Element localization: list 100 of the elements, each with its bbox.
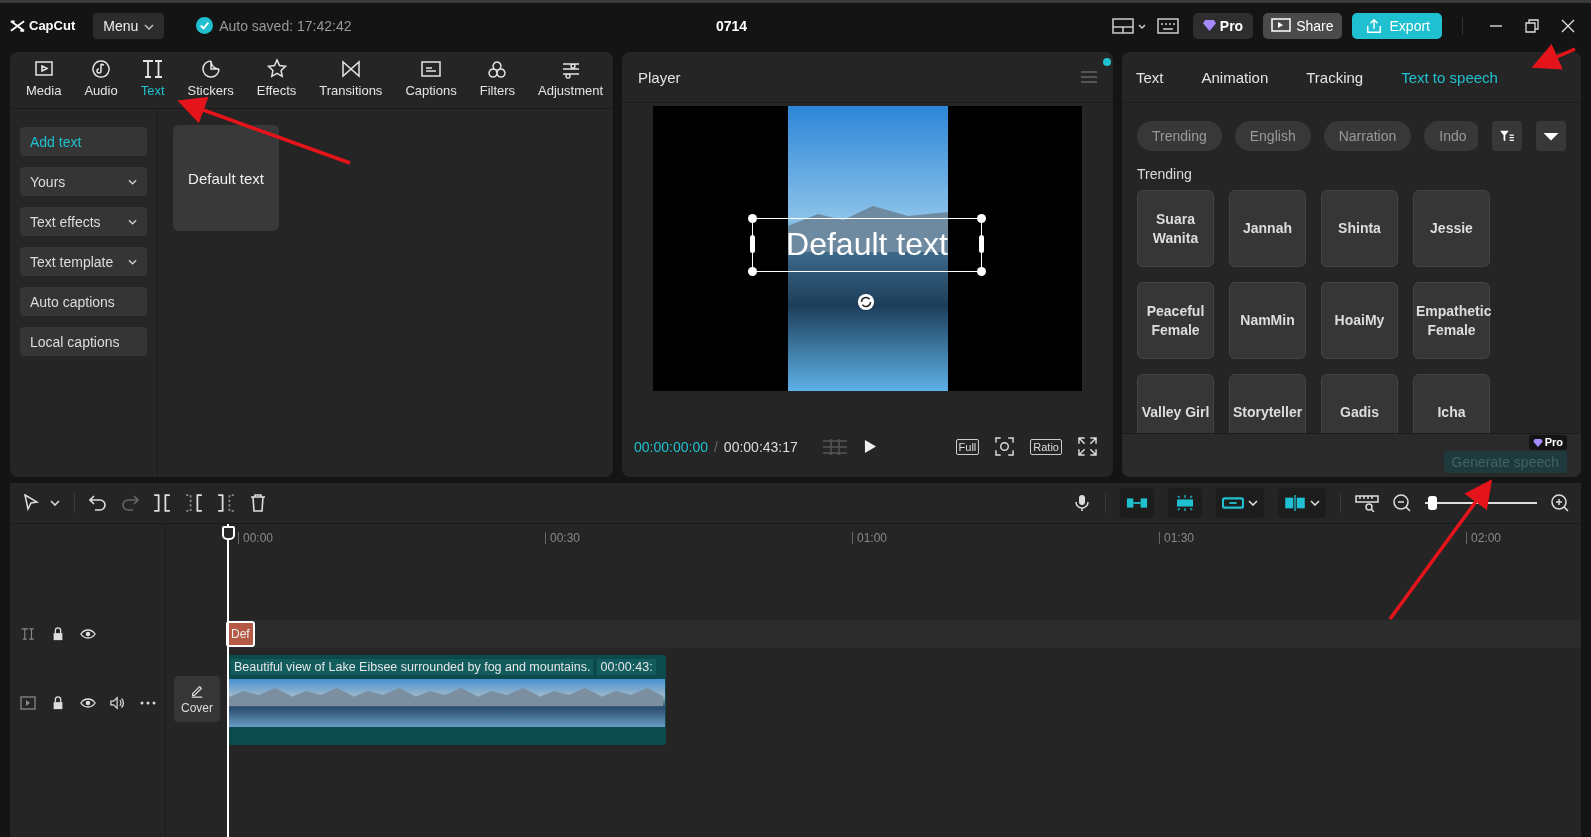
caret-icon [144, 23, 155, 30]
share-button[interactable]: Share [1263, 12, 1342, 39]
autosave-status: Auto saved: 17:42:42 [219, 17, 352, 34]
full-button[interactable]: Full [955, 438, 980, 455]
current-time: 00:00:00:00 [634, 438, 708, 455]
chain-icon [1222, 495, 1244, 511]
toolbar-tab[interactable]: Effects [252, 58, 301, 108]
caret-icon[interactable] [50, 500, 60, 506]
filter-chip[interactable]: Indo [1424, 121, 1479, 151]
clip-duration: 00:00:43: [597, 659, 656, 675]
play-icon[interactable] [863, 439, 877, 454]
time-tick: 01:30 [1159, 532, 1195, 544]
preview-axis-button[interactable] [1278, 488, 1326, 518]
inspector-tab[interactable]: Tracking [1296, 68, 1374, 86]
inspector-tab[interactable]: Text [1126, 68, 1174, 86]
fullscreen-icon[interactable] [1078, 437, 1097, 456]
voice-card[interactable]: Gadis [1321, 374, 1398, 433]
keyboard-icon[interactable] [1156, 16, 1179, 35]
filter-chip[interactable]: English [1234, 121, 1311, 151]
cursor-icon[interactable] [22, 494, 40, 512]
menu-button[interactable]: Menu [93, 12, 165, 39]
voice-card[interactable]: Suara Wanita [1137, 190, 1214, 267]
menu-item[interactable]: Local captions [20, 327, 147, 356]
chain-button[interactable] [1216, 488, 1264, 518]
stickers-icon [199, 58, 222, 80]
filter-chip[interactable]: Narration [1323, 121, 1412, 151]
preset-card[interactable]: Default text [173, 125, 279, 231]
voice-card[interactable]: Valley Girl [1137, 374, 1214, 433]
voice-card[interactable]: Jannah [1229, 190, 1306, 267]
gem-icon [1202, 20, 1216, 31]
annotation-arrow [1531, 43, 1576, 70]
caret-icon [128, 258, 137, 265]
app-logo: CapCut [29, 18, 76, 33]
caret-icon [1248, 500, 1258, 506]
split-icon[interactable] [153, 494, 171, 512]
time-tick: 02:00 [1466, 532, 1502, 544]
slider-thumb[interactable] [1428, 496, 1438, 510]
voice-card[interactable]: Peaceful Female [1137, 282, 1214, 359]
menu-item[interactable]: Yours [20, 167, 147, 196]
time-tick: 00:30 [545, 532, 581, 544]
menu-item[interactable]: Auto captions [20, 287, 147, 316]
filter-button[interactable] [1492, 121, 1523, 151]
split-right-icon[interactable] [217, 494, 235, 512]
filter-icon [1498, 130, 1517, 142]
split-left-icon[interactable] [185, 494, 203, 512]
voice-card[interactable]: Shinta [1321, 190, 1398, 267]
rotate-icon[interactable] [857, 293, 875, 311]
toolbar-tab[interactable]: Audio [80, 58, 122, 108]
video-clip[interactable]: Beautiful view of Lake Eibsee surrounded by fog and mountains. 00:00:43: [228, 655, 666, 745]
close-icon[interactable] [1561, 18, 1575, 33]
voice-card[interactable]: HoaiMy [1321, 282, 1398, 359]
restore-icon[interactable] [1525, 18, 1539, 33]
zoom-out-icon[interactable] [1393, 494, 1411, 512]
menu-item[interactable]: Add text [20, 127, 147, 156]
voice-card[interactable]: NamMin [1229, 282, 1306, 359]
filters-icon [486, 58, 509, 80]
redo-icon[interactable] [121, 494, 139, 512]
toolbar-tab[interactable]: Stickers [183, 58, 238, 108]
caret-icon [1310, 500, 1320, 506]
clip-title: Beautiful view of Lake Eibsee surrounded by fog and mountains. [231, 659, 594, 675]
microphone-icon[interactable] [1073, 494, 1091, 512]
speaker-icon[interactable] [110, 695, 126, 710]
eye-icon[interactable] [80, 695, 96, 710]
undo-icon[interactable] [89, 494, 107, 512]
voice-card[interactable]: Jessie [1413, 190, 1490, 267]
toolbar-tab[interactable]: Media [22, 58, 66, 108]
pencil-icon [190, 683, 204, 698]
pro-button[interactable]: Pro [1192, 12, 1254, 39]
toolbar-tab[interactable]: Filters [475, 58, 520, 108]
pro-badge: Pro [1528, 435, 1567, 450]
project-title: 0714 [716, 17, 748, 34]
ratio-button[interactable]: Ratio [1030, 438, 1062, 455]
text-icon [141, 58, 164, 80]
zoom-fit-icon[interactable] [995, 437, 1015, 456]
menu-item[interactable]: Text template [20, 247, 147, 276]
dropdown-button[interactable] [1536, 121, 1566, 151]
toolbar-tab[interactable]: Transitions [315, 58, 387, 108]
filter-chip[interactable]: Trending [1137, 121, 1222, 151]
audio-icon [90, 58, 113, 80]
toolbar-tab[interactable]: Captions [401, 58, 461, 108]
menu-item[interactable]: Text effects [20, 207, 147, 236]
voice-card[interactable]: Icha [1413, 374, 1490, 433]
layout-icon[interactable] [1110, 16, 1147, 35]
voice-card[interactable]: Empathetic Female [1413, 282, 1490, 359]
inspector-tab[interactable]: Text to speech [1391, 68, 1508, 86]
cover-button[interactable]: Cover [174, 676, 220, 722]
text-track-icon [20, 627, 36, 641]
text-clip[interactable]: Def [226, 621, 255, 647]
inspector-tab[interactable]: Animation [1191, 68, 1279, 86]
voice-card[interactable]: Storyteller [1229, 374, 1306, 433]
snap-button[interactable] [1168, 488, 1202, 518]
effects-icon [265, 58, 288, 80]
zoom-in-icon[interactable] [1551, 494, 1569, 512]
delete-icon[interactable] [249, 494, 267, 512]
toolbar-tab[interactable]: Adjustment [534, 58, 608, 108]
eye-icon[interactable] [80, 627, 96, 641]
zoom-slider[interactable] [1425, 494, 1537, 512]
toolbar-tab[interactable]: Text [136, 58, 169, 108]
ruler-search-icon[interactable] [1355, 494, 1379, 512]
link-clips-button[interactable] [1120, 488, 1154, 518]
